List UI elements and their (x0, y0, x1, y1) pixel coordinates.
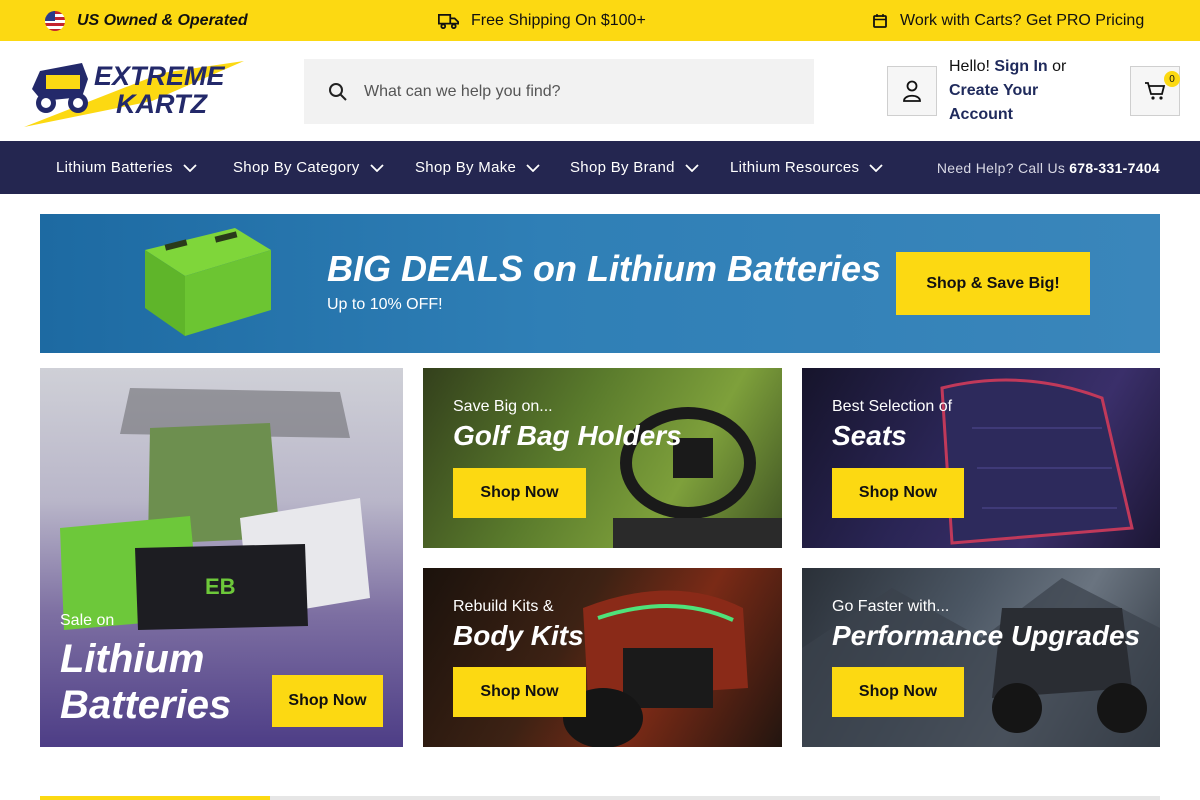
nav-shop-by-category[interactable]: Shop By Category (233, 141, 384, 194)
tile-heading: Golf Bag Holders (453, 420, 682, 451)
promo-tile-lithium-batteries[interactable]: EB Sale on Lithium Batteries Shop Now (40, 368, 403, 747)
nav-shop-by-make[interactable]: Shop By Make (415, 141, 540, 194)
promo-tile-seats[interactable]: Best Selection of Seats Shop Now (802, 368, 1160, 548)
us-flag-icon (45, 10, 65, 31)
chevron-down-icon (369, 163, 384, 172)
nav-lithium-resources[interactable]: Lithium Resources (730, 141, 883, 194)
seat-image (940, 378, 1134, 545)
tile-heading-line1: Lithium (60, 637, 205, 681)
help-label: Need Help? Call Us (936, 159, 1066, 176)
account-greeting: Hello! Sign In or Create Your Account (949, 55, 1099, 127)
nav-label: Shop By Brand (570, 159, 675, 176)
utv-image (802, 578, 1160, 747)
tile-heading-line2: Batteries (60, 683, 232, 727)
calendar-icon (873, 13, 887, 28)
search-input[interactable] (364, 82, 784, 101)
promo-tile-golf-bag-holders[interactable]: Save Big on... Golf Bag Holders Shop Now (423, 368, 782, 548)
tile-pre-text: Save Big on... (453, 398, 553, 415)
tile-pre-text: Go Faster with... (832, 598, 950, 615)
tile-pre-text: Best Selection of (832, 398, 953, 415)
shop-now-button[interactable]: Shop Now (832, 667, 964, 717)
pro-pricing-text: Work with Carts? Get PRO Pricing (900, 11, 1145, 29)
tile-heading: Seats (832, 420, 907, 451)
logo-text-extreme: EXTREME (94, 61, 226, 91)
tile-heading: Body Kits (453, 620, 584, 651)
carousel-progress-fill (40, 796, 270, 800)
cart-icon (1145, 82, 1166, 100)
svg-text:EB: EB (205, 574, 236, 599)
search-bar[interactable] (304, 59, 814, 124)
nav-label: Lithium Batteries (56, 159, 173, 176)
logo-text-kartz: KARTZ (116, 89, 209, 119)
extreme-kartz-logo[interactable]: EXTREME KARTZ (12, 53, 244, 129)
help-phone[interactable]: Need Help? Call Us 678-331-7404 (937, 141, 1160, 194)
promo-tile-body-kits[interactable]: Rebuild Kits & Body Kits Shop Now (423, 568, 782, 747)
chevron-down-icon (685, 163, 699, 172)
promo-tile-performance-upgrades[interactable]: Go Faster with... Performance Upgrades S… (802, 568, 1160, 747)
shop-now-button[interactable]: Shop Now (272, 675, 383, 727)
sign-in-link[interactable]: Sign In (994, 58, 1047, 75)
shipping-notice[interactable]: Free Shipping On $100+ (438, 0, 646, 41)
pro-pricing-link[interactable]: Work with Carts? Get PRO Pricing (872, 0, 1144, 41)
steering-wheel-image (613, 407, 782, 548)
or-text: or (1052, 58, 1067, 75)
cart-button[interactable]: 0 (1130, 66, 1180, 116)
body-kit-image (563, 590, 748, 747)
help-phone-number[interactable]: 678-331-7404 (1069, 160, 1160, 176)
truck-icon (438, 13, 459, 29)
nav-label: Lithium Resources (730, 159, 860, 176)
main-navigation: Lithium Batteries Shop By Category Shop … (0, 141, 1200, 194)
tile-pre-text: Rebuild Kits & (453, 598, 554, 615)
chevron-down-icon (526, 163, 540, 172)
search-icon[interactable] (328, 82, 348, 102)
user-icon (903, 80, 921, 102)
us-owned-notice: US Owned & Operated (45, 0, 248, 41)
shop-now-button[interactable]: Shop Now (832, 468, 964, 518)
battery-product-image (145, 228, 271, 336)
nav-lithium-batteries[interactable]: Lithium Batteries (56, 141, 197, 194)
hero-title: BIG DEALS on Lithium Batteries (327, 248, 882, 289)
hero-banner[interactable]: BIG DEALS on Lithium Batteries Up to 10%… (40, 214, 1160, 353)
hello-text: Hello! (949, 58, 990, 75)
shop-now-button[interactable]: Shop Now (453, 667, 586, 717)
hero-subtitle: Up to 10% OFF! (327, 296, 443, 313)
nav-shop-by-brand[interactable]: Shop By Brand (570, 141, 699, 194)
create-account-link[interactable]: Create Your Account (949, 82, 1038, 123)
nav-label: Shop By Make (415, 159, 517, 176)
tile-pre-text: Sale on (60, 612, 115, 629)
carousel-progress-bar (40, 796, 1160, 800)
shipping-text: Free Shipping On $100+ (471, 11, 646, 29)
chevron-down-icon (869, 163, 883, 172)
chevron-down-icon (183, 163, 197, 172)
us-owned-text: US Owned & Operated (77, 11, 248, 29)
account-button[interactable] (887, 66, 937, 116)
shop-save-big-button[interactable]: Shop & Save Big! (896, 252, 1090, 315)
announcement-bar: US Owned & Operated Free Shipping On $10… (0, 0, 1200, 41)
tile-heading: Performance Upgrades (832, 620, 1141, 651)
cart-count-badge: 0 (1164, 71, 1180, 87)
site-header: EXTREME KARTZ Hello! Sign In or Create Y… (0, 41, 1200, 141)
shop-now-button[interactable]: Shop Now (453, 468, 586, 518)
nav-label: Shop By Category (233, 159, 360, 176)
